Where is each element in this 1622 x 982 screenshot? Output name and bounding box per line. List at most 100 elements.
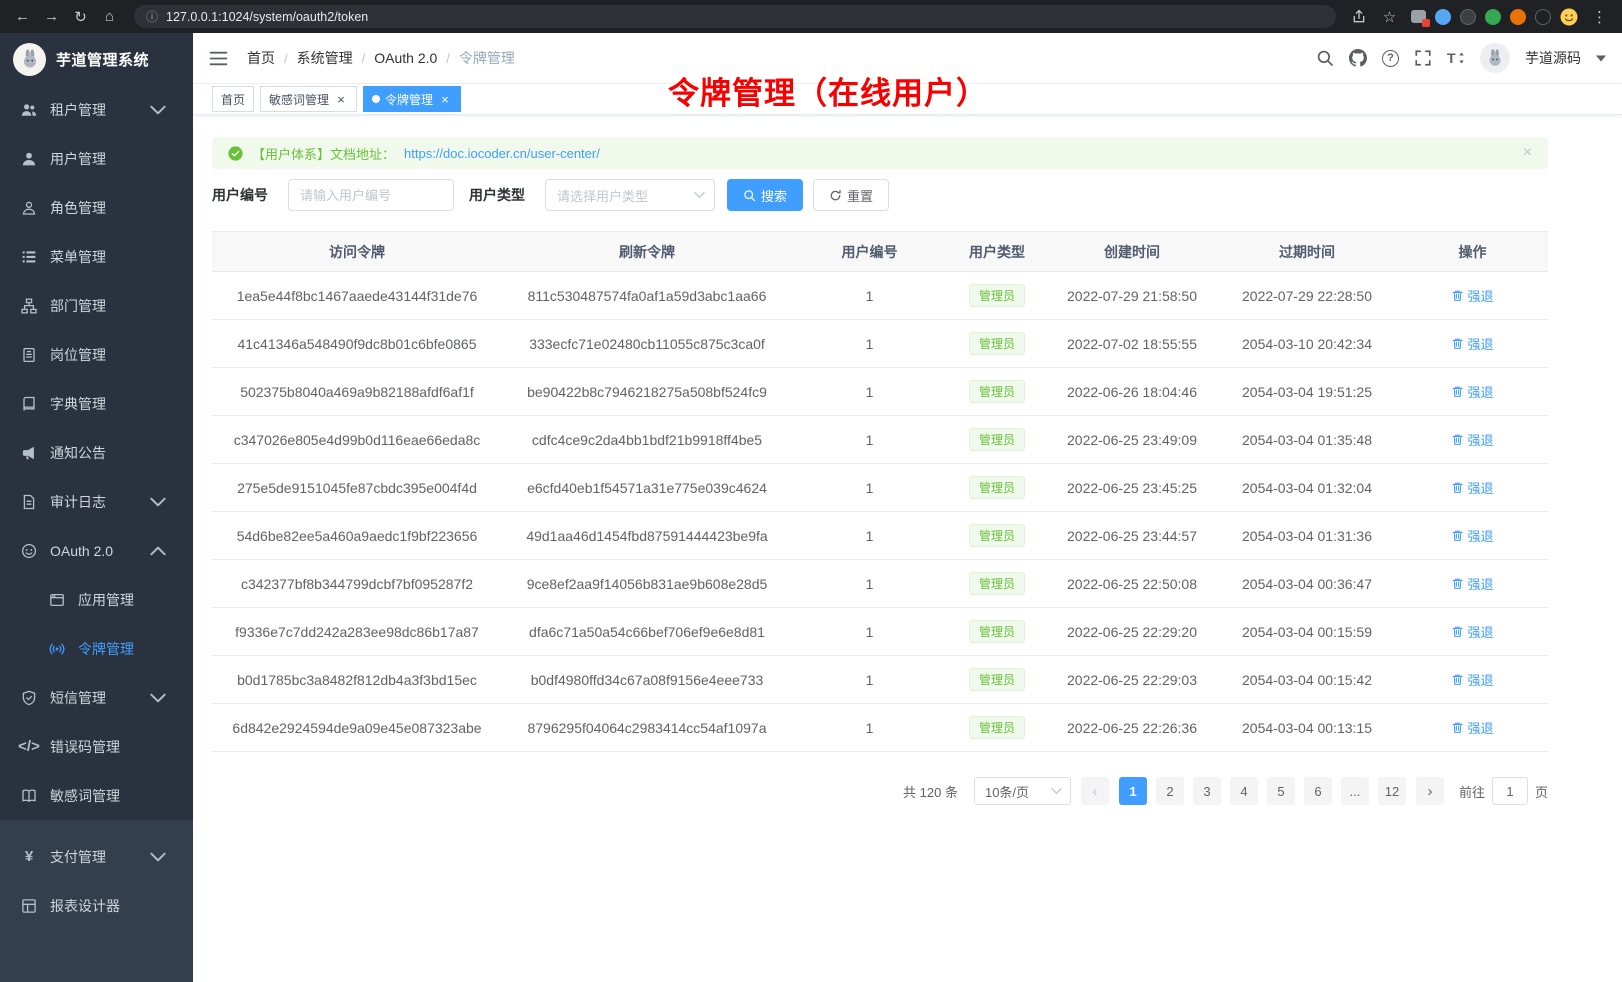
app-logo[interactable]: 芋道管理系统 xyxy=(0,33,193,85)
force-logout-button[interactable]: 强退 xyxy=(1451,478,1493,497)
force-logout-button[interactable]: 强退 xyxy=(1451,286,1493,305)
user-avatar[interactable] xyxy=(1480,43,1510,73)
tab-sensitive-word[interactable]: 敏感词管理× xyxy=(260,86,357,112)
force-logout-button[interactable]: 强退 xyxy=(1451,622,1493,641)
page-button-12[interactable]: 12 xyxy=(1378,777,1406,805)
search-button[interactable]: 搜索 xyxy=(727,179,803,211)
pager-ellipsis[interactable]: ... xyxy=(1341,777,1369,805)
url-bar[interactable]: ⓘ 127.0.0.1:1024/system/oauth2/token xyxy=(134,5,1336,28)
sidebar-item-menu[interactable]: 菜单管理 xyxy=(0,232,193,281)
bookmark-star-icon[interactable]: ☆ xyxy=(1377,5,1402,29)
extension-icon-5[interactable] xyxy=(1510,9,1526,25)
user-type-badge: 管理员 xyxy=(969,332,1025,355)
breadcrumb-item[interactable]: 系统管理 xyxy=(297,48,353,68)
goto-page-input[interactable] xyxy=(1492,777,1528,805)
created-time-cell: 2022-06-25 22:26:36 xyxy=(1047,704,1217,752)
reset-button[interactable]: 重置 xyxy=(813,179,889,211)
force-logout-button[interactable]: 强退 xyxy=(1451,574,1493,593)
sidebar-item-post[interactable]: 岗位管理 xyxy=(0,330,193,379)
created-time-cell: 2022-07-02 18:55:55 xyxy=(1047,320,1217,368)
site-info-icon[interactable]: ⓘ xyxy=(146,8,158,25)
menu-kebab-icon[interactable]: ⋮ xyxy=(1587,5,1612,29)
tab-close-icon[interactable]: × xyxy=(438,92,452,106)
sidebar-item-dept[interactable]: 部门管理 xyxy=(0,281,193,330)
sidebar-item-notice[interactable]: 通知公告 xyxy=(0,428,193,477)
force-logout-button[interactable]: 强退 xyxy=(1451,526,1493,545)
tab-close-icon[interactable]: × xyxy=(334,92,348,106)
tab-home[interactable]: 首页 xyxy=(212,86,254,112)
sidebar-item-oauth2-app[interactable]: 应用管理 xyxy=(0,575,193,624)
sidebar-item-report[interactable]: 报表设计器 xyxy=(0,881,193,930)
sidebar-subitem-label: 令牌管理 xyxy=(78,639,134,659)
sidebar-item-sms[interactable]: 短信管理 xyxy=(0,673,193,722)
sidebar-item-oauth2-token[interactable]: 令牌管理 xyxy=(0,624,193,673)
role-icon xyxy=(21,200,37,216)
page-button-2[interactable]: 2 xyxy=(1156,777,1184,805)
user-name[interactable]: 芋道源码 xyxy=(1525,48,1581,68)
page-button-4[interactable]: 4 xyxy=(1230,777,1258,805)
page-button-3[interactable]: 3 xyxy=(1193,777,1221,805)
share-icon[interactable] xyxy=(1350,9,1368,24)
user-id-input[interactable] xyxy=(288,179,454,211)
next-page-button[interactable]: › xyxy=(1416,777,1444,805)
extension-icon-3[interactable] xyxy=(1460,9,1476,25)
sidebar-item-oauth2[interactable]: OAuth 2.0 xyxy=(0,526,193,575)
reload-icon[interactable]: ↻ xyxy=(68,5,93,29)
auditlog-icon xyxy=(21,494,37,510)
breadcrumb-item[interactable]: OAuth 2.0 xyxy=(374,50,437,66)
breadcrumb-item[interactable]: 首页 xyxy=(247,48,275,68)
font-size-icon[interactable]: T xyxy=(1447,49,1465,67)
back-icon[interactable]: ← xyxy=(10,5,35,29)
page-button-1[interactable]: 1 xyxy=(1119,777,1147,805)
page-button-6[interactable]: 6 xyxy=(1304,777,1332,805)
force-logout-button[interactable]: 强退 xyxy=(1451,382,1493,401)
menu-icon xyxy=(21,249,37,265)
profile-avatar[interactable] xyxy=(1560,8,1578,26)
sidebar-item-auditlog[interactable]: 审计日志 xyxy=(0,477,193,526)
sidebar-item-label: 角色管理 xyxy=(50,198,106,218)
sidebar-item-tenant[interactable]: 租户管理 xyxy=(0,85,193,134)
refresh-token-cell: 811c530487574fa0af1a59d3abc1aa66 xyxy=(502,272,792,320)
expire-time-cell: 2054-03-04 00:13:15 xyxy=(1217,704,1397,752)
sidebar-item-sensitiveword[interactable]: 敏感词管理 xyxy=(0,771,193,820)
sidebar-item-dict[interactable]: 字典管理 xyxy=(0,379,193,428)
extension-icon-1[interactable] xyxy=(1411,10,1426,23)
created-time-cell: 2022-06-25 23:44:57 xyxy=(1047,512,1217,560)
force-logout-label: 强退 xyxy=(1467,334,1493,353)
github-icon[interactable] xyxy=(1349,49,1367,67)
alert-close-icon[interactable]: × xyxy=(1523,144,1532,162)
table-row: c342377bf8b344799dcbf7bf095287f29ce8ef2a… xyxy=(212,560,1548,608)
user-type-select[interactable]: 请选择用户类型 xyxy=(545,179,715,211)
page-size-select[interactable]: 10条/页 xyxy=(974,777,1071,805)
sidebar-item-label: 支付管理 xyxy=(50,847,106,867)
sidebar-item-user[interactable]: 用户管理 xyxy=(0,134,193,183)
expire-time-cell: 2054-03-04 00:15:59 xyxy=(1217,608,1397,656)
sidebar-item-role[interactable]: 角色管理 xyxy=(0,183,193,232)
extension-icon-4[interactable] xyxy=(1485,9,1501,25)
force-logout-button[interactable]: 强退 xyxy=(1451,670,1493,689)
created-time-cell: 2022-06-25 22:29:20 xyxy=(1047,608,1217,656)
delete-icon xyxy=(1451,625,1464,638)
fullscreen-icon[interactable] xyxy=(1414,49,1432,67)
help-icon[interactable]: ? xyxy=(1382,50,1399,67)
caret-down-icon[interactable] xyxy=(1596,55,1606,62)
hamburger-icon[interactable] xyxy=(209,50,228,67)
prev-page-button[interactable]: ‹ xyxy=(1081,777,1109,805)
force-logout-button[interactable]: 强退 xyxy=(1451,334,1493,353)
extension-icon-2[interactable] xyxy=(1435,9,1451,25)
home-icon[interactable]: ⌂ xyxy=(97,5,122,29)
sidebar-item-errorcode[interactable]: </>错误码管理 xyxy=(0,722,193,771)
force-logout-button[interactable]: 强退 xyxy=(1451,430,1493,449)
user-type-cell: 管理员 xyxy=(947,464,1047,512)
tab-token-mgmt[interactable]: 令牌管理× xyxy=(363,86,461,112)
extension-icon-6[interactable] xyxy=(1535,9,1551,25)
sidebar-item-pay[interactable]: ¥支付管理 xyxy=(0,832,193,881)
force-logout-button[interactable]: 强退 xyxy=(1451,718,1493,737)
tab-label: 首页 xyxy=(221,91,245,108)
page-button-5[interactable]: 5 xyxy=(1267,777,1295,805)
force-logout-label: 强退 xyxy=(1467,622,1493,641)
forward-icon[interactable]: → xyxy=(39,5,64,29)
column-header: 用户类型 xyxy=(947,232,1047,272)
alert-doc-link[interactable]: https://doc.iocoder.cn/user-center/ xyxy=(404,146,600,161)
search-icon[interactable] xyxy=(1316,49,1334,67)
